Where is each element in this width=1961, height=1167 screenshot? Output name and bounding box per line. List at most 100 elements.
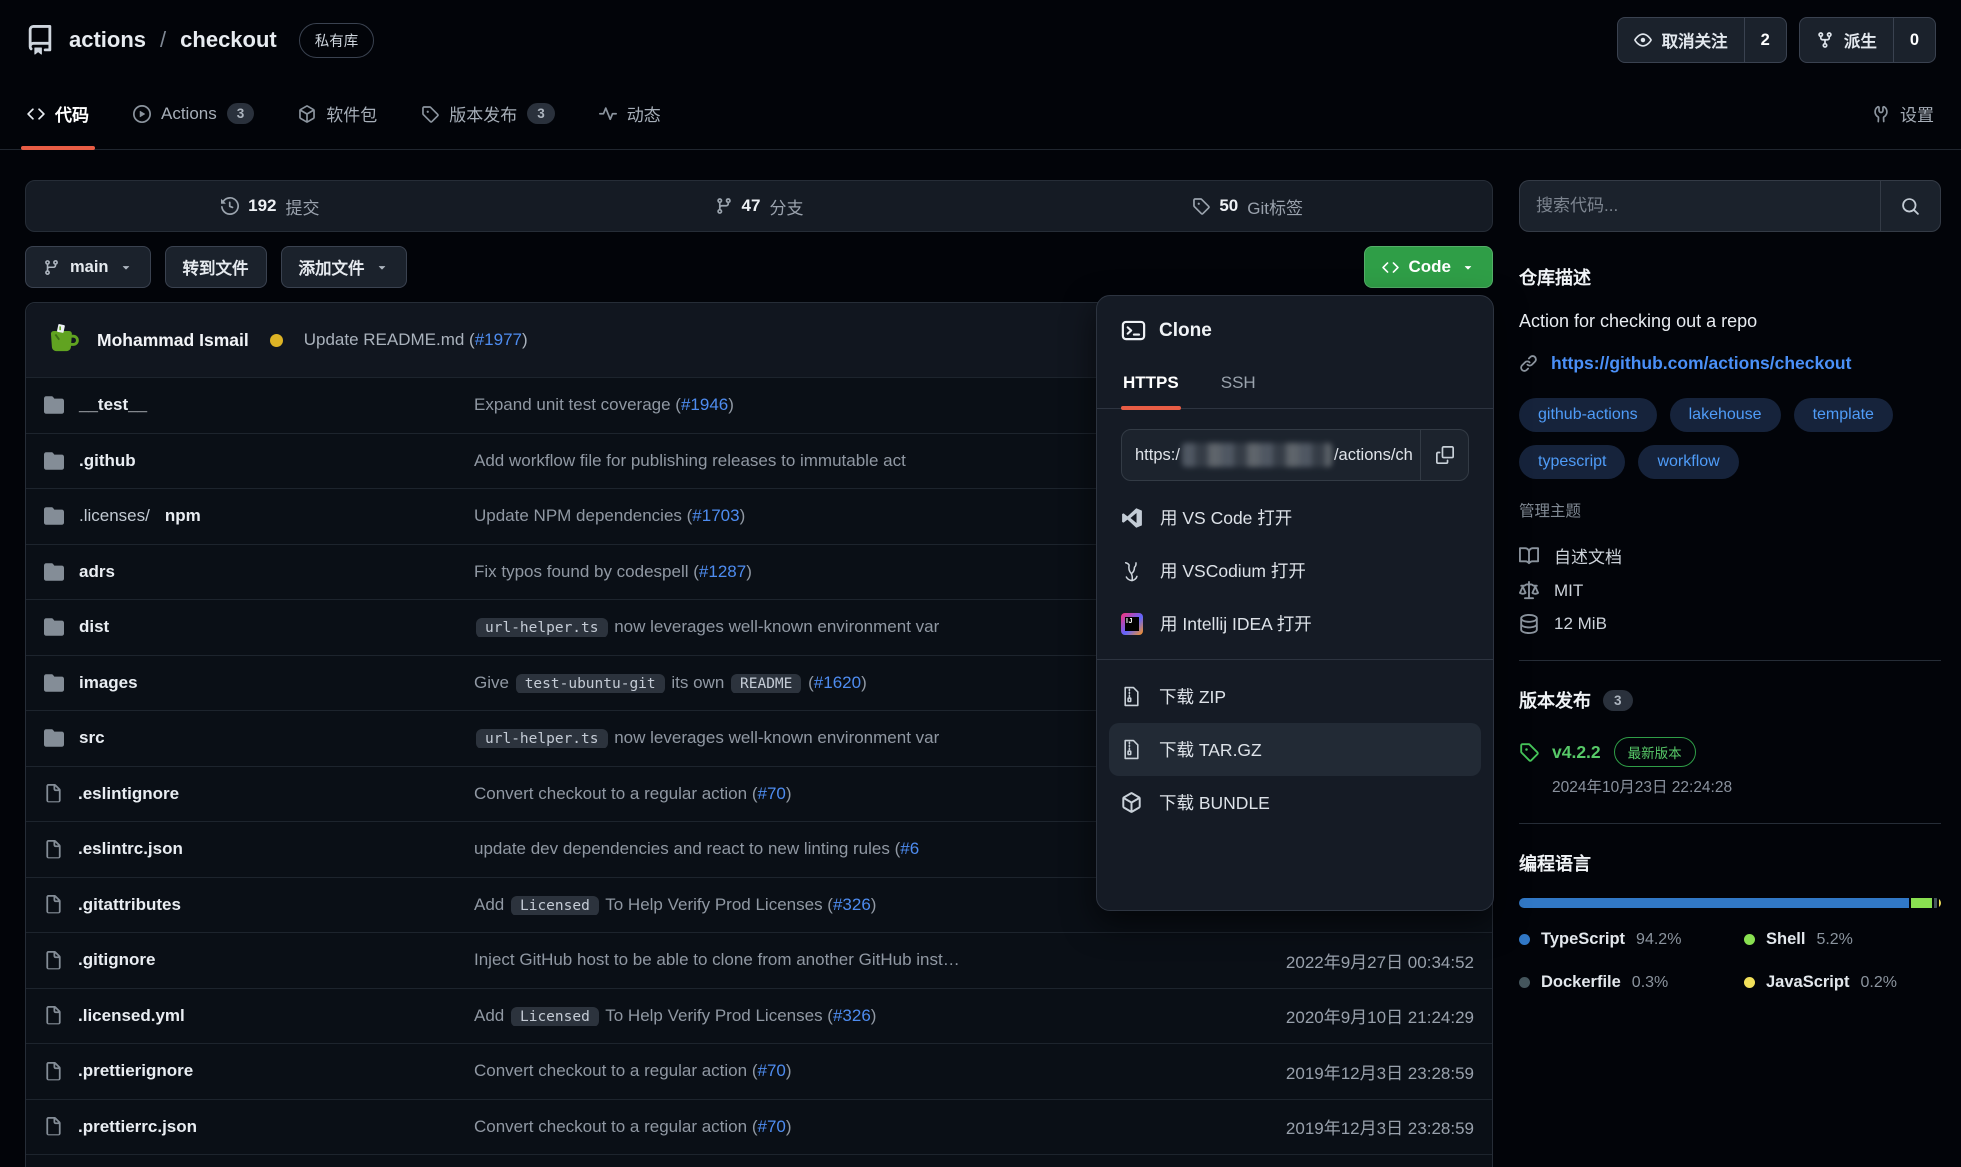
manage-topics-link[interactable]: 管理主题 bbox=[1519, 499, 1581, 521]
issue-link[interactable]: #70 bbox=[757, 1061, 785, 1080]
file-name[interactable]: .prettierrc.json bbox=[78, 1117, 197, 1137]
issue-link[interactable]: #70 bbox=[757, 784, 785, 803]
file-name-cell[interactable]: __test__ bbox=[44, 395, 474, 415]
breadcrumb-owner[interactable]: actions bbox=[69, 27, 146, 53]
file-row-.prettierignore[interactable]: .prettierignoreConvert checkout to a reg… bbox=[26, 1043, 1492, 1099]
issue-link[interactable]: #326 bbox=[833, 1006, 871, 1025]
tab-settings[interactable]: 设置 bbox=[1870, 101, 1936, 126]
commits-stat[interactable]: 192 提交 bbox=[26, 194, 515, 219]
goto-file-button[interactable]: 转到文件 bbox=[165, 246, 267, 288]
branch-selector[interactable]: main bbox=[25, 246, 151, 288]
release-tag-link[interactable]: v4.2.2 bbox=[1552, 742, 1601, 763]
tab-code[interactable]: 代码 bbox=[25, 78, 91, 149]
branch-name: main bbox=[70, 258, 109, 277]
file-row-.prettierrc.json[interactable]: .prettierrc.jsonConvert checkout to a re… bbox=[26, 1099, 1492, 1155]
tab-activity[interactable]: 动态 bbox=[597, 78, 663, 149]
releases-heading[interactable]: 版本发布 bbox=[1519, 687, 1591, 713]
file-name[interactable]: .prettierignore bbox=[78, 1061, 193, 1081]
tab-releases[interactable]: 版本发布 3 bbox=[419, 78, 557, 149]
file-row[interactable] bbox=[26, 1154, 1492, 1167]
file-name-cell[interactable]: .prettierrc.json bbox=[44, 1117, 474, 1137]
open-with-intellij[interactable]: IJ用 Intellij IDEA 打开 bbox=[1109, 597, 1481, 650]
file-name-cell[interactable]: .prettierignore bbox=[44, 1061, 474, 1081]
tab-ssh[interactable]: SSH bbox=[1219, 367, 1258, 408]
unwatch-button[interactable]: 取消关注 2 bbox=[1617, 17, 1787, 63]
download-zip-active[interactable]: 下载 TAR.GZ bbox=[1109, 723, 1481, 776]
fork-button[interactable]: 派生 0 bbox=[1799, 17, 1936, 63]
add-file-button[interactable]: 添加文件 bbox=[281, 246, 407, 288]
file-name[interactable]: __test__ bbox=[79, 395, 147, 415]
download-bundle[interactable]: 下载 BUNDLE bbox=[1109, 776, 1481, 829]
issue-link[interactable]: #6 bbox=[900, 839, 919, 858]
search-button[interactable] bbox=[1880, 181, 1940, 231]
code-search-input[interactable] bbox=[1520, 181, 1880, 231]
file-name-cell[interactable]: .gitattributes bbox=[44, 895, 474, 915]
issue-link[interactable]: #326 bbox=[833, 895, 871, 914]
issue-link[interactable]: #1703 bbox=[692, 506, 739, 525]
issue-link[interactable]: #70 bbox=[757, 1117, 785, 1136]
file-name-cell[interactable]: .licensed.yml bbox=[44, 1006, 474, 1026]
tags-stat[interactable]: 50 Git标签 bbox=[1003, 194, 1492, 219]
open-with-vscode[interactable]: 用 VS Code 打开 bbox=[1109, 491, 1481, 544]
repo-size[interactable]: 12 MiB bbox=[1519, 614, 1941, 634]
file-name-cell[interactable]: .eslintrc.json bbox=[44, 839, 474, 859]
zip-icon bbox=[1121, 739, 1142, 760]
topic-github-actions[interactable]: github-actions bbox=[1519, 398, 1657, 432]
file-name[interactable]: .github bbox=[79, 451, 136, 471]
topic-workflow[interactable]: workflow bbox=[1638, 445, 1738, 479]
watchers-count[interactable]: 2 bbox=[1744, 18, 1786, 62]
commit-message-text: now leverages well-known environment var bbox=[610, 728, 940, 747]
file-name[interactable]: adrs bbox=[79, 562, 115, 582]
file-name[interactable]: src bbox=[79, 728, 105, 748]
license-link[interactable]: MIT bbox=[1519, 581, 1941, 601]
code-download-button[interactable]: Code bbox=[1364, 246, 1494, 288]
tab-https[interactable]: HTTPS bbox=[1121, 367, 1181, 408]
file-name[interactable]: npm bbox=[165, 506, 201, 526]
issue-link[interactable]: #1620 bbox=[814, 673, 861, 692]
file-name-cell[interactable]: dist bbox=[44, 617, 474, 637]
issue-link[interactable]: #1946 bbox=[681, 395, 728, 414]
language-legend-javascript[interactable]: JavaScript0.2% bbox=[1744, 973, 1941, 992]
ci-status-dot[interactable] bbox=[270, 334, 283, 347]
file-name[interactable]: .gitignore bbox=[78, 950, 155, 970]
commit-author[interactable]: Mohammad Ismail bbox=[97, 330, 249, 351]
copy-url-button[interactable] bbox=[1420, 430, 1468, 480]
commit-pr-link[interactable]: #1977 bbox=[475, 330, 522, 349]
language-legend-dockerfile[interactable]: Dockerfile0.3% bbox=[1519, 973, 1744, 992]
issue-link[interactable]: #1287 bbox=[699, 562, 746, 581]
branches-stat[interactable]: 47 分支 bbox=[515, 194, 1004, 219]
file-name-cell[interactable]: .licenses/npm bbox=[44, 506, 474, 526]
file-name-cell[interactable]: images bbox=[44, 673, 474, 693]
topic-template[interactable]: template bbox=[1794, 398, 1893, 432]
forks-count[interactable]: 0 bbox=[1893, 18, 1935, 62]
file-name-cell[interactable]: src bbox=[44, 728, 474, 748]
file-name[interactable]: .eslintignore bbox=[78, 784, 179, 804]
file-name-cell[interactable]: .eslintignore bbox=[44, 784, 474, 804]
file-name[interactable]: images bbox=[79, 673, 138, 693]
folder-icon bbox=[44, 451, 64, 471]
file-name-cell[interactable]: .github bbox=[44, 451, 474, 471]
file-row-.licensed.yml[interactable]: .licensed.ymlAdd Licensed To Help Verify… bbox=[26, 988, 1492, 1044]
open-with-vscodium[interactable]: 用 VSCodium 打开 bbox=[1109, 544, 1481, 597]
file-row-.gitignore[interactable]: .gitignoreInject GitHub host to be able … bbox=[26, 932, 1492, 988]
tab-packages[interactable]: 软件包 bbox=[296, 78, 379, 149]
file-name[interactable]: .eslintrc.json bbox=[78, 839, 183, 859]
language-legend-typescript[interactable]: TypeScript94.2% bbox=[1519, 930, 1744, 949]
download-zip[interactable]: 下载 ZIP bbox=[1109, 670, 1481, 723]
language-bar[interactable] bbox=[1519, 898, 1941, 908]
website-link[interactable]: https://github.com/actions/checkout bbox=[1551, 353, 1851, 374]
file-name-cell[interactable]: .gitignore bbox=[44, 950, 474, 970]
file-name[interactable]: .gitattributes bbox=[78, 895, 181, 915]
file-name-cell[interactable]: adrs bbox=[44, 562, 474, 582]
file-name[interactable]: .licensed.yml bbox=[78, 1006, 185, 1026]
language-legend-shell[interactable]: Shell5.2% bbox=[1744, 930, 1941, 949]
clone-url-input[interactable]: https://actions/ch bbox=[1122, 430, 1420, 480]
file-name[interactable]: dist bbox=[79, 617, 109, 637]
breadcrumb-repo[interactable]: checkout bbox=[180, 27, 277, 53]
code-button-label: Code bbox=[1409, 257, 1452, 277]
avatar[interactable] bbox=[44, 321, 82, 359]
tab-actions[interactable]: Actions 3 bbox=[131, 78, 256, 149]
topic-typescript[interactable]: typescript bbox=[1519, 445, 1625, 479]
readme-link[interactable]: 自述文档 bbox=[1519, 543, 1941, 568]
topic-lakehouse[interactable]: lakehouse bbox=[1670, 398, 1781, 432]
